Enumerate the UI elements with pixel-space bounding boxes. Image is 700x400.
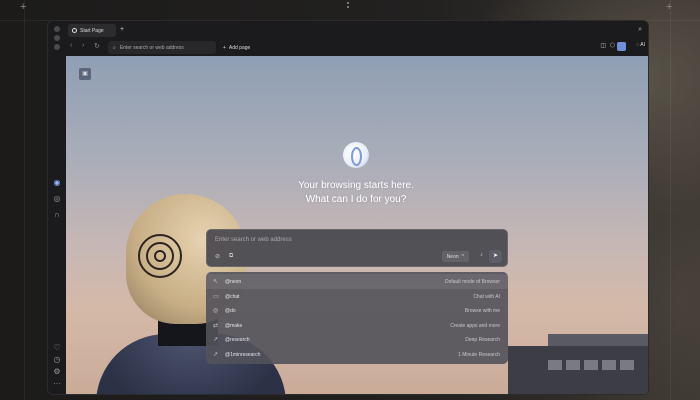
- tab-start-page[interactable]: Start Page: [68, 24, 116, 37]
- suggestion-description: Chat with AI: [473, 293, 500, 300]
- suggestion-command: @neon: [225, 279, 242, 285]
- suggestion-command: @research: [225, 337, 250, 343]
- new-tab-button[interactable]: +: [120, 26, 124, 33]
- avatar[interactable]: [617, 42, 626, 51]
- guide-line: [24, 0, 25, 400]
- search-input[interactable]: Enter search or web address: [215, 237, 292, 243]
- copy-icon[interactable]: ⧉: [229, 253, 233, 260]
- attach-icon[interactable]: ⊘: [215, 253, 220, 260]
- back-icon[interactable]: ‹: [70, 42, 72, 49]
- opera-logo-icon: [343, 142, 369, 168]
- research-icon: ↗: [213, 337, 219, 343]
- suggestion-description: Deep Research: [465, 337, 500, 343]
- window-control[interactable]: [54, 26, 60, 32]
- building-windows: [548, 360, 638, 370]
- add-page-button[interactable]: + Add page: [219, 41, 254, 54]
- mode-label: Neon: [446, 253, 459, 260]
- window-control[interactable]: [54, 44, 60, 50]
- ai-label: AI: [640, 42, 645, 48]
- camera-icon[interactable]: ◫: [600, 42, 606, 49]
- sidebar-toggle-button[interactable]: ▣: [79, 68, 91, 80]
- plus-mark-icon: +: [20, 1, 27, 13]
- settings-icon[interactable]: ⚙: [52, 367, 62, 377]
- history-icon[interactable]: ◷: [52, 355, 62, 365]
- list-item[interactable]: ◎ @do Browse with me: [206, 303, 508, 318]
- suggestion-description: 1 Minute Research: [458, 351, 500, 358]
- suggestion-command: @make: [225, 322, 243, 329]
- whatsapp-icon[interactable]: ◎: [52, 194, 62, 204]
- list-item[interactable]: ↗ @1minresearch 1 Minute Research: [206, 347, 508, 362]
- url-placeholder: Enter search or web address: [119, 44, 184, 51]
- search-icon: ⌕: [113, 44, 116, 51]
- list-item[interactable]: ▭ @chat Chat with AI: [206, 289, 508, 304]
- suggestion-command: @chat: [225, 293, 240, 300]
- list-item[interactable]: ⇄ @make Create apps and more: [206, 318, 508, 333]
- suggestion-description: Create apps and more: [450, 322, 500, 329]
- send-button[interactable]: ➤: [489, 250, 502, 263]
- browser-window: ◉ ◎ ∩ ♡ ◷ ⚙ ··· Start Page + ⌕ ‹ › ↻ ⌕ E…: [47, 20, 649, 395]
- suggestion-command: @do: [225, 308, 236, 314]
- tab-label: Start Page: [80, 27, 104, 34]
- list-item[interactable]: ↗ @research Deep Research: [206, 332, 508, 347]
- tab-search-icon[interactable]: ⌕: [638, 26, 642, 34]
- messenger-icon[interactable]: ◉: [52, 178, 62, 188]
- url-input[interactable]: ⌕ Enter search or web address: [108, 41, 216, 54]
- suggestions-list: ↖ @neon Default mode of Browser ▭ @chat …: [206, 272, 508, 364]
- suggestion-description: Browse with me: [464, 308, 500, 314]
- tab-bar: Start Page + ⌕: [66, 21, 648, 39]
- plus-mark-icon: +: [666, 1, 673, 13]
- mode-select[interactable]: Neon ^: [441, 251, 469, 262]
- quick-research-icon: ↗: [213, 351, 219, 358]
- start-page: ▣ Your browsing starts here. What can I …: [66, 56, 648, 394]
- shuffle-icon: ⇄: [213, 322, 219, 329]
- heart-icon[interactable]: ♡: [52, 343, 62, 353]
- search-box[interactable]: Enter search or web address ⊘ ⧉ Neon ^ ♪…: [206, 229, 508, 267]
- suggestion-description: Default mode of Browser: [444, 279, 500, 285]
- more-icon[interactable]: ···: [52, 379, 62, 389]
- address-bar: ‹ › ↻ ⌕ Enter search or web address + Ad…: [66, 39, 648, 56]
- guide-line: [670, 0, 671, 400]
- ai-button[interactable]: ◌ AI: [636, 42, 645, 48]
- window-control[interactable]: [54, 35, 60, 41]
- list-item[interactable]: ↖ @neon Default mode of Browser: [206, 274, 508, 289]
- suggestion-command: @1minresearch: [225, 351, 261, 358]
- chevron-up-icon: ^: [461, 253, 464, 260]
- add-page-label: Add page: [228, 44, 251, 51]
- cursor-icon: ↖: [213, 279, 219, 285]
- subheadline: What can I do for you?: [305, 194, 407, 205]
- forward-icon[interactable]: ›: [82, 42, 84, 49]
- headphones-icon[interactable]: ∩: [52, 210, 62, 220]
- mic-icon[interactable]: ♪: [480, 252, 483, 258]
- dots-indicator: [347, 2, 349, 10]
- box-icon[interactable]: ⬡: [610, 42, 615, 49]
- helmet-ring: [154, 250, 166, 262]
- building: [548, 334, 648, 346]
- reload-icon[interactable]: ↻: [94, 42, 100, 50]
- opera-icon: [72, 28, 77, 33]
- chat-icon: ▭: [213, 293, 219, 300]
- plus-icon: +: [223, 44, 226, 51]
- browse-icon: ◎: [213, 308, 219, 314]
- building: [508, 346, 648, 394]
- headline: Your browsing starts here.: [298, 180, 414, 191]
- sidebar: ◉ ◎ ∩ ♡ ◷ ⚙ ···: [48, 21, 66, 394]
